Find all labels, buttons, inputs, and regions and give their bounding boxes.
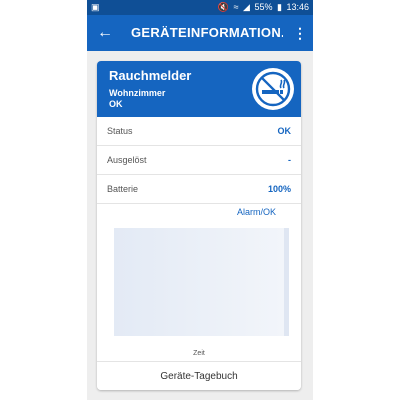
chart-edge <box>284 228 289 336</box>
device-room: Wohnzimmer <box>109 88 166 98</box>
mute-icon: 🔇 <box>217 2 230 12</box>
image-icon: ▣ <box>91 2 100 12</box>
chart-area <box>114 228 284 336</box>
status-bar-right: 🔇 ≈ ◢ 55% ▮ 13:46 <box>216 0 309 15</box>
battery-percent: 55% <box>254 2 273 12</box>
wifi-icon: ≈ <box>233 2 239 12</box>
device-log-button[interactable]: Geräte-Tagebuch <box>97 361 301 390</box>
device-header: Rauchmelder Wohnzimmer OK <box>97 61 301 117</box>
detail-value: - <box>288 155 291 165</box>
chart-legend: Alarm/OK <box>237 207 277 217</box>
device-state: OK <box>109 99 123 109</box>
status-chart <box>114 228 289 336</box>
detail-value: OK <box>277 126 292 136</box>
battery-icon: ▮ <box>277 2 282 12</box>
no-smoking-icon <box>252 68 294 110</box>
detail-label: Status <box>107 126 133 136</box>
more-vert-icon[interactable]: ⋮ <box>293 21 307 45</box>
detail-label: Ausgelöst <box>107 155 147 165</box>
page-title: GERÄTEINFORMATION... <box>131 25 283 40</box>
phone-screen: ▣ 🔇 ≈ ◢ 55% ▮ 13:46 ← GERÄTEINFORMATION.… <box>87 0 313 400</box>
clock: 13:46 <box>286 2 309 12</box>
status-bar: ▣ 🔇 ≈ ◢ 55% ▮ 13:46 <box>87 0 313 15</box>
detail-value: 100% <box>267 184 291 194</box>
detail-row-status: Status OK <box>97 117 301 146</box>
device-card: Rauchmelder Wohnzimmer OK Status OK Ausg… <box>97 61 301 390</box>
device-name: Rauchmelder <box>109 68 192 83</box>
detail-row-batterie: Batterie 100% <box>97 175 301 204</box>
arrow-left-icon[interactable]: ← <box>93 21 117 45</box>
chart-x-label: Zeit <box>193 350 205 357</box>
detail-row-ausgeloest: Ausgelöst - <box>97 146 301 175</box>
signal-icon: ◢ <box>243 2 250 12</box>
detail-label: Batterie <box>107 184 139 194</box>
app-bar: ← GERÄTEINFORMATION... ⋮ <box>87 15 313 51</box>
